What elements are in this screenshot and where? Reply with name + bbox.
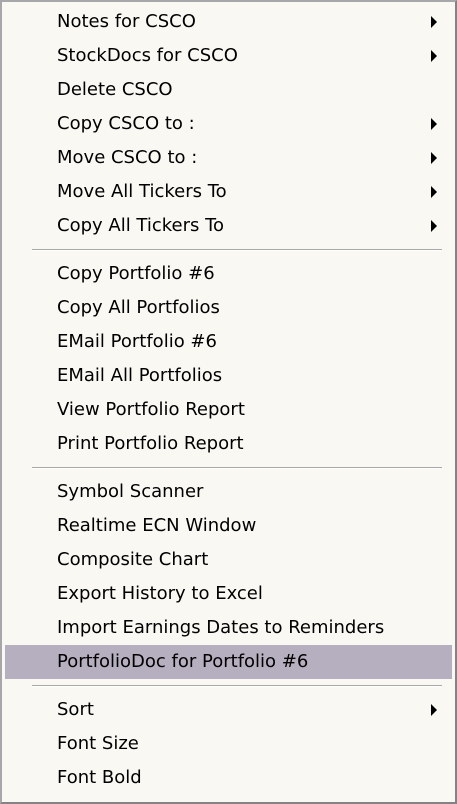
menu-separator	[5, 243, 452, 257]
menu-item-label: StockDocs for CSCO	[57, 45, 238, 66]
menu-item-label: Copy Portfolio #6	[57, 263, 215, 284]
menu-separator	[5, 679, 452, 693]
menu-item-font-bold[interactable]: Font Bold	[5, 761, 452, 795]
menu-item-stockdocs-for-csco[interactable]: StockDocs for CSCO	[5, 39, 452, 73]
menu-item-sort[interactable]: Sort	[5, 693, 452, 727]
menu-item-label: Move CSCO to :	[57, 147, 198, 168]
submenu-arrow-icon	[429, 693, 439, 727]
menu-separator	[5, 461, 452, 475]
menu-item-export-history-to-excel[interactable]: Export History to Excel	[5, 577, 452, 611]
menu-item-composite-chart[interactable]: Composite Chart	[5, 543, 452, 577]
menu-item-label: Notes for CSCO	[57, 11, 196, 32]
context-menu: Notes for CSCO StockDocs for CSCO Delete…	[0, 0, 457, 804]
menu-item-copy-portfolio[interactable]: Copy Portfolio #6	[5, 257, 452, 291]
menu-item-move-csco-to[interactable]: Move CSCO to :	[5, 141, 452, 175]
menu-item-email-all-portfolios[interactable]: EMail All Portfolios	[5, 359, 452, 393]
submenu-arrow-icon	[429, 107, 439, 141]
menu-item-notes-for-csco[interactable]: Notes for CSCO	[5, 5, 452, 39]
menu-item-email-portfolio[interactable]: EMail Portfolio #6	[5, 325, 452, 359]
menu-item-copy-csco-to[interactable]: Copy CSCO to :	[5, 107, 452, 141]
menu-item-view-portfolio-report[interactable]: View Portfolio Report	[5, 393, 452, 427]
menu-item-label: PortfolioDoc for Portfolio #6	[57, 651, 309, 672]
menu-item-delete-csco[interactable]: Delete CSCO	[5, 73, 452, 107]
menu-item-label: Move All Tickers To	[57, 181, 227, 202]
menu-item-print-portfolio-report[interactable]: Print Portfolio Report	[5, 427, 452, 461]
submenu-arrow-icon	[429, 5, 439, 39]
menu-item-label: Composite Chart	[57, 549, 209, 570]
menu-item-label: Symbol Scanner	[57, 481, 204, 502]
menu-item-label: Copy CSCO to :	[57, 113, 195, 134]
menu-item-label: View Portfolio Report	[57, 399, 245, 420]
menu-item-label: Font Size	[57, 733, 139, 754]
menu-item-import-earnings-dates[interactable]: Import Earnings Dates to Reminders	[5, 611, 452, 645]
submenu-arrow-icon	[429, 141, 439, 175]
submenu-arrow-icon	[429, 209, 439, 243]
menu-item-copy-all-tickers-to[interactable]: Copy All Tickers To	[5, 209, 452, 243]
menu-item-label: Copy All Portfolios	[57, 297, 220, 318]
menu-items: Notes for CSCO StockDocs for CSCO Delete…	[5, 5, 452, 795]
menu-item-label: EMail Portfolio #6	[57, 331, 217, 352]
menu-item-symbol-scanner[interactable]: Symbol Scanner	[5, 475, 452, 509]
menu-item-label: Sort	[57, 699, 94, 720]
menu-item-portfoliodoc[interactable]: PortfolioDoc for Portfolio #6	[5, 645, 452, 679]
submenu-arrow-icon	[429, 39, 439, 73]
menu-item-label: Copy All Tickers To	[57, 215, 225, 236]
menu-item-label: Export History to Excel	[57, 583, 263, 604]
menu-item-font-size[interactable]: Font Size	[5, 727, 452, 761]
menu-item-label: Import Earnings Dates to Reminders	[57, 617, 385, 638]
menu-item-realtime-ecn-window[interactable]: Realtime ECN Window	[5, 509, 452, 543]
menu-item-label: Realtime ECN Window	[57, 515, 257, 536]
menu-item-label: EMail All Portfolios	[57, 365, 223, 386]
menu-item-label: Delete CSCO	[57, 79, 173, 100]
menu-item-copy-all-portfolios[interactable]: Copy All Portfolios	[5, 291, 452, 325]
menu-item-label: Print Portfolio Report	[57, 433, 244, 454]
submenu-arrow-icon	[429, 175, 439, 209]
menu-item-move-all-tickers-to[interactable]: Move All Tickers To	[5, 175, 452, 209]
menu-item-label: Font Bold	[57, 767, 142, 788]
